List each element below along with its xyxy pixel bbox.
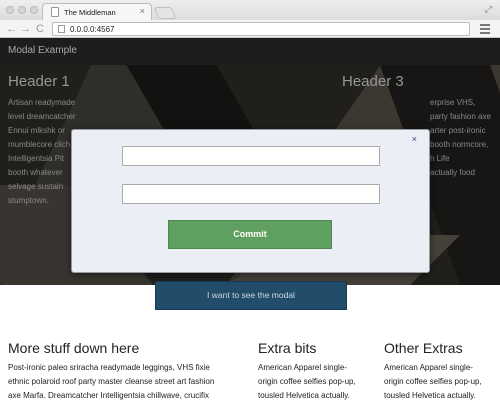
browser-tab[interactable]: The Middleman × bbox=[42, 3, 152, 20]
back-button[interactable]: ← bbox=[6, 22, 17, 36]
lower-column-1: More stuff down here Post-ironic paleo s… bbox=[8, 340, 248, 400]
close-window-button[interactable] bbox=[6, 6, 14, 14]
open-modal-button[interactable]: I want to see the modal bbox=[155, 281, 347, 310]
close-tab-icon[interactable]: × bbox=[140, 6, 145, 16]
commit-button[interactable]: Commit bbox=[168, 220, 332, 249]
modal-input-1[interactable] bbox=[122, 146, 380, 166]
section-heading: Other Extras bbox=[384, 340, 463, 356]
zoom-window-button[interactable] bbox=[30, 6, 38, 14]
menu-icon[interactable] bbox=[480, 22, 490, 34]
section-text: American Apparel single- origin coffee s… bbox=[384, 363, 482, 400]
browser-toolbar: ← → C 0.0.0.0:4567 bbox=[0, 20, 500, 38]
lower-column-2: Extra bits American Apparel single- orig… bbox=[258, 340, 378, 400]
modal-dialog: × Commit bbox=[71, 129, 430, 273]
new-tab-button[interactable] bbox=[153, 7, 177, 19]
page-icon bbox=[58, 25, 65, 33]
section-text: Post-ironic paleo sriracha readymade leg… bbox=[8, 363, 215, 400]
minimize-window-button[interactable] bbox=[18, 6, 26, 14]
section-text: American Apparel single- origin coffee s… bbox=[258, 363, 356, 400]
section-heading: More stuff down here bbox=[8, 340, 140, 356]
section-heading: Extra bits bbox=[258, 340, 317, 356]
modal-input-2[interactable] bbox=[122, 184, 380, 204]
page-content: Modal Example Header 1 Artisan readymade… bbox=[0, 38, 500, 400]
tab-title: The Middleman bbox=[64, 8, 116, 17]
fullscreen-icon[interactable]: ⤢ bbox=[485, 4, 492, 15]
url-text: 0.0.0.0:4567 bbox=[70, 25, 115, 34]
lower-section: More stuff down here Post-ironic paleo s… bbox=[0, 334, 500, 400]
lower-column-3: Other Extras American Apparel single- or… bbox=[384, 340, 500, 400]
close-icon[interactable]: × bbox=[412, 134, 417, 144]
navbar-brand[interactable]: Modal Example bbox=[8, 45, 77, 56]
forward-button[interactable]: → bbox=[20, 22, 31, 36]
page-icon bbox=[51, 7, 59, 17]
address-bar[interactable]: 0.0.0.0:4567 bbox=[52, 22, 470, 36]
site-navbar: Modal Example bbox=[0, 38, 500, 65]
reload-button[interactable]: C bbox=[36, 22, 44, 36]
browser-titlebar: The Middleman × ⤢ bbox=[0, 0, 500, 20]
